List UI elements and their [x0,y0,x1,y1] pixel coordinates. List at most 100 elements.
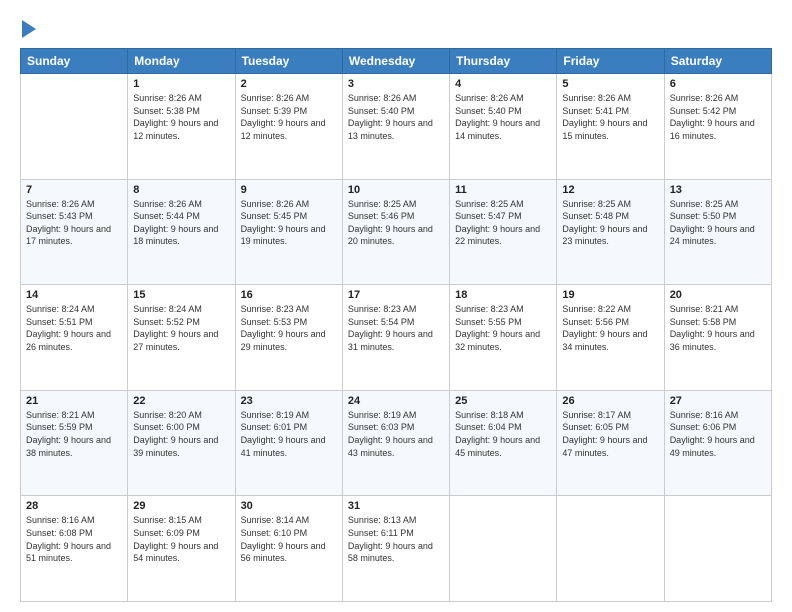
weekday-header-cell: Tuesday [235,49,342,74]
cell-info: Sunrise: 8:20 AM Sunset: 6:00 PM Dayligh… [133,409,229,459]
calendar-cell: 3 Sunrise: 8:26 AM Sunset: 5:40 PM Daylig… [342,74,449,180]
cell-day-number: 8 [133,184,229,196]
cell-info: Sunrise: 8:26 AM Sunset: 5:43 PM Dayligh… [26,198,122,248]
cell-info: Sunrise: 8:21 AM Sunset: 5:58 PM Dayligh… [670,303,766,353]
cell-day-number: 7 [26,184,122,196]
cell-day-number: 11 [455,184,551,196]
cell-day-number: 18 [455,289,551,301]
cell-info: Sunrise: 8:16 AM Sunset: 6:08 PM Dayligh… [26,514,122,564]
calendar-cell: 24 Sunrise: 8:19 AM Sunset: 6:03 PM Dayli… [342,390,449,496]
cell-day-number: 26 [562,395,658,407]
cell-day-number: 20 [670,289,766,301]
cell-day-number: 1 [133,78,229,90]
cell-day-number: 16 [241,289,337,301]
header [20,18,772,38]
calendar-cell: 4Sunrise: 8:26 AM Sunset: 5:40 PM Daylig… [450,74,557,180]
calendar-body: 1 Sunrise: 8:26 AM Sunset: 5:38 PM Daylig… [21,74,772,602]
calendar-cell: 13 Sunrise: 8:25 AM Sunset: 5:50 PM Dayli… [664,179,771,285]
calendar-cell: 20 Sunrise: 8:21 AM Sunset: 5:58 PM Dayli… [664,285,771,391]
cell-day-number: 23 [241,395,337,407]
calendar-cell: 15 Sunrise: 8:24 AM Sunset: 5:52 PM Dayli… [128,285,235,391]
cell-info: Sunrise: 8:26 AM Sunset: 5:44 PM Dayligh… [133,198,229,248]
cell-info: Sunrise: 8:23 AM Sunset: 5:53 PM Dayligh… [241,303,337,353]
calendar-cell: 1 Sunrise: 8:26 AM Sunset: 5:38 PM Daylig… [128,74,235,180]
cell-info: Sunrise: 8:26 AM Sunset: 5:45 PM Dayligh… [241,198,337,248]
calendar-cell: 25 Sunrise: 8:18 AM Sunset: 6:04 PM Dayli… [450,390,557,496]
cell-day-number: 27 [670,395,766,407]
calendar-cell [21,74,128,180]
cell-info: Sunrise: 8:25 AM Sunset: 5:50 PM Dayligh… [670,198,766,248]
cell-info: Sunrise: 8:25 AM Sunset: 5:46 PM Dayligh… [348,198,444,248]
calendar-cell [557,496,664,602]
cell-info: Sunrise: 8:17 AM Sunset: 6:05 PM Dayligh… [562,409,658,459]
cell-info: Sunrise: 8:26 AM Sunset: 5:40 PM Dayligh… [348,92,444,142]
cell-day-number: 10 [348,184,444,196]
calendar-cell: 30 Sunrise: 8:14 AM Sunset: 6:10 PM Dayli… [235,496,342,602]
calendar-row: 1 Sunrise: 8:26 AM Sunset: 5:38 PM Daylig… [21,74,772,180]
cell-info: Sunrise: 8:26 AM Sunset: 5:38 PM Dayligh… [133,92,229,142]
calendar-cell: 29 Sunrise: 8:15 AM Sunset: 6:09 PM Dayli… [128,496,235,602]
cell-day-number: 2 [241,78,337,90]
calendar-cell: 11 Sunrise: 8:25 AM Sunset: 5:47 PM Dayli… [450,179,557,285]
cell-day-number: 19 [562,289,658,301]
cell-day-number: 15 [133,289,229,301]
cell-day-number: 5 [562,78,658,90]
calendar-cell: 12Sunrise: 8:25 AM Sunset: 5:48 PM Dayli… [557,179,664,285]
weekday-header-cell: Sunday [21,49,128,74]
cell-info: Sunrise: 8:19 AM Sunset: 6:01 PM Dayligh… [241,409,337,459]
calendar-cell: 14Sunrise: 8:24 AM Sunset: 5:51 PM Dayli… [21,285,128,391]
weekday-header-cell: Saturday [664,49,771,74]
calendar-cell: 21Sunrise: 8:21 AM Sunset: 5:59 PM Dayli… [21,390,128,496]
cell-info: Sunrise: 8:25 AM Sunset: 5:47 PM Dayligh… [455,198,551,248]
cell-day-number: 31 [348,500,444,512]
cell-day-number: 30 [241,500,337,512]
calendar-row: 14Sunrise: 8:24 AM Sunset: 5:51 PM Dayli… [21,285,772,391]
calendar-cell: 9 Sunrise: 8:26 AM Sunset: 5:45 PM Daylig… [235,179,342,285]
calendar-cell [664,496,771,602]
cell-info: Sunrise: 8:23 AM Sunset: 5:54 PM Dayligh… [348,303,444,353]
cell-info: Sunrise: 8:15 AM Sunset: 6:09 PM Dayligh… [133,514,229,564]
calendar-cell: 10 Sunrise: 8:25 AM Sunset: 5:46 PM Dayli… [342,179,449,285]
cell-day-number: 25 [455,395,551,407]
cell-info: Sunrise: 8:18 AM Sunset: 6:04 PM Dayligh… [455,409,551,459]
cell-day-number: 29 [133,500,229,512]
cell-info: Sunrise: 8:26 AM Sunset: 5:42 PM Dayligh… [670,92,766,142]
cell-info: Sunrise: 8:13 AM Sunset: 6:11 PM Dayligh… [348,514,444,564]
cell-day-number: 13 [670,184,766,196]
calendar-cell: 27 Sunrise: 8:16 AM Sunset: 6:06 PM Dayli… [664,390,771,496]
calendar-cell: 18 Sunrise: 8:23 AM Sunset: 5:55 PM Dayli… [450,285,557,391]
calendar-row: 28 Sunrise: 8:16 AM Sunset: 6:08 PM Dayli… [21,496,772,602]
cell-day-number: 3 [348,78,444,90]
cell-info: Sunrise: 8:24 AM Sunset: 5:51 PM Dayligh… [26,303,122,353]
cell-info: Sunrise: 8:19 AM Sunset: 6:03 PM Dayligh… [348,409,444,459]
calendar-cell: 26 Sunrise: 8:17 AM Sunset: 6:05 PM Dayli… [557,390,664,496]
page: SundayMondayTuesdayWednesdayThursdayFrid… [0,0,792,612]
calendar-row: 7 Sunrise: 8:26 AM Sunset: 5:43 PM Daylig… [21,179,772,285]
weekday-header-cell: Wednesday [342,49,449,74]
cell-info: Sunrise: 8:26 AM Sunset: 5:39 PM Dayligh… [241,92,337,142]
cell-info: Sunrise: 8:16 AM Sunset: 6:06 PM Dayligh… [670,409,766,459]
cell-info: Sunrise: 8:14 AM Sunset: 6:10 PM Dayligh… [241,514,337,564]
calendar-cell: 8 Sunrise: 8:26 AM Sunset: 5:44 PM Daylig… [128,179,235,285]
calendar-cell: 23 Sunrise: 8:19 AM Sunset: 6:01 PM Dayli… [235,390,342,496]
calendar-cell: 6Sunrise: 8:26 AM Sunset: 5:42 PM Daylig… [664,74,771,180]
cell-day-number: 22 [133,395,229,407]
calendar-cell: 17 Sunrise: 8:23 AM Sunset: 5:54 PM Dayli… [342,285,449,391]
calendar-cell: 31 Sunrise: 8:13 AM Sunset: 6:11 PM Dayli… [342,496,449,602]
calendar-cell: 5Sunrise: 8:26 AM Sunset: 5:41 PM Daylig… [557,74,664,180]
cell-info: Sunrise: 8:22 AM Sunset: 5:56 PM Dayligh… [562,303,658,353]
calendar-cell: 7 Sunrise: 8:26 AM Sunset: 5:43 PM Daylig… [21,179,128,285]
weekday-header-cell: Thursday [450,49,557,74]
calendar-cell: 22 Sunrise: 8:20 AM Sunset: 6:00 PM Dayli… [128,390,235,496]
logo [20,18,36,38]
cell-day-number: 28 [26,500,122,512]
cell-info: Sunrise: 8:26 AM Sunset: 5:40 PM Dayligh… [455,92,551,142]
cell-info: Sunrise: 8:23 AM Sunset: 5:55 PM Dayligh… [455,303,551,353]
cell-day-number: 9 [241,184,337,196]
cell-day-number: 24 [348,395,444,407]
calendar-cell: 19 Sunrise: 8:22 AM Sunset: 5:56 PM Dayli… [557,285,664,391]
calendar-row: 21Sunrise: 8:21 AM Sunset: 5:59 PM Dayli… [21,390,772,496]
cell-day-number: 17 [348,289,444,301]
weekday-header-cell: Friday [557,49,664,74]
cell-info: Sunrise: 8:24 AM Sunset: 5:52 PM Dayligh… [133,303,229,353]
